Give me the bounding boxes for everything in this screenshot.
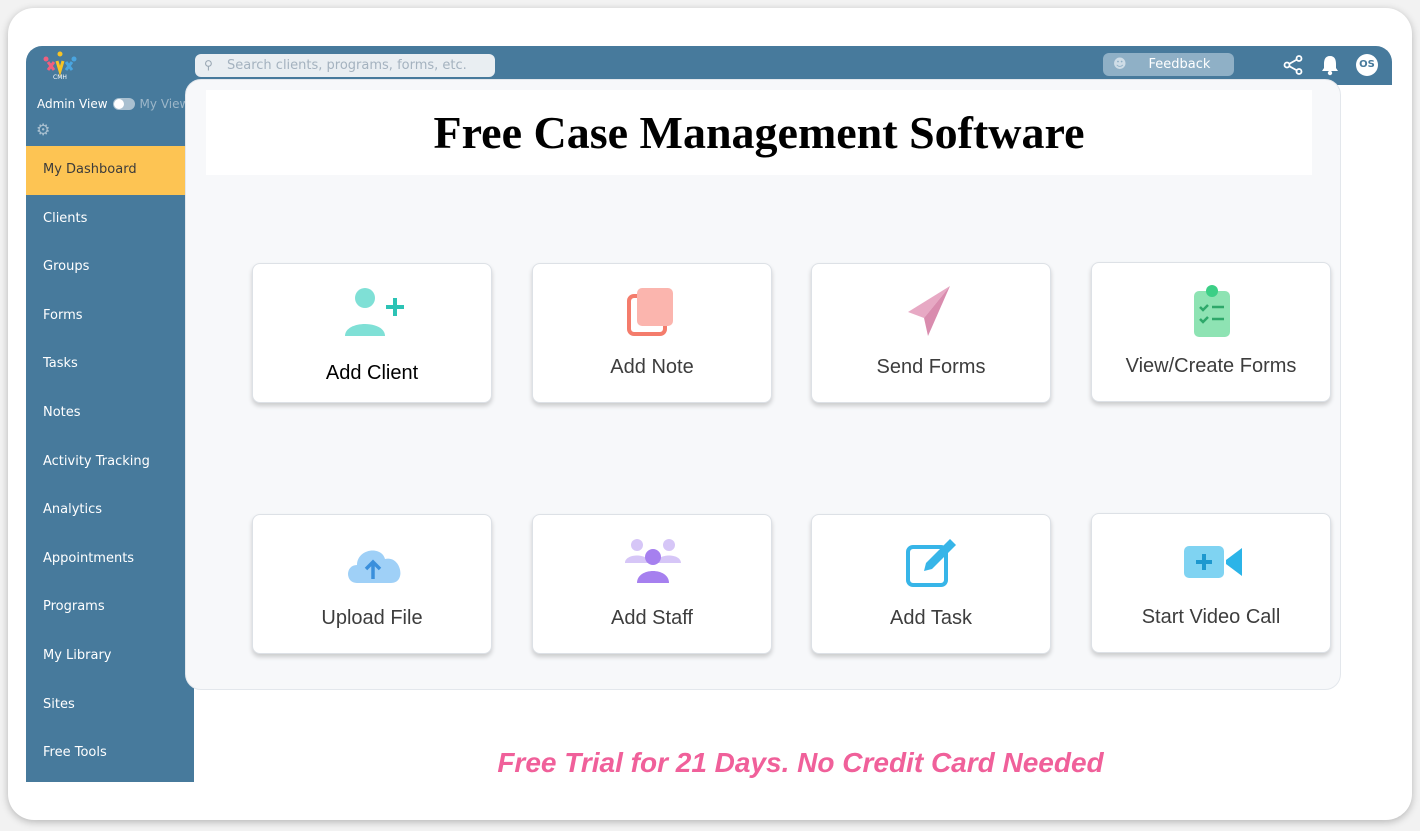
upload-file-tile[interactable]: Upload File (252, 514, 492, 654)
edit-icon (906, 539, 956, 587)
my-view-label: My View (139, 97, 190, 111)
sidebar-item-notes[interactable]: Notes (26, 389, 194, 438)
sidebar-item-tasks[interactable]: Tasks (26, 340, 194, 389)
sidebar-nav: My Dashboard Clients Groups Forms Tasks … (26, 146, 194, 778)
start-video-call-tile[interactable]: Start Video Call (1091, 513, 1331, 653)
gear-icon[interactable]: ⚙ (36, 120, 50, 139)
add-client-tile[interactable]: Add Client (252, 263, 492, 403)
feedback-label: Feedback (1148, 57, 1211, 72)
tile-label: Add Client (325, 362, 419, 384)
send-forms-tile[interactable]: Send Forms (811, 263, 1051, 403)
view-toggle-row: Admin View My View (37, 97, 189, 111)
add-note-tile[interactable]: Add Note (532, 263, 772, 403)
sidebar-item-activity-tracking[interactable]: Activity Tracking (26, 438, 194, 487)
video-icon (1184, 546, 1242, 578)
view-create-forms-tile[interactable]: View/Create Forms (1091, 262, 1331, 402)
tile-label: View/Create Forms (1125, 355, 1297, 377)
paper-plane-icon (908, 286, 950, 336)
sidebar-item-sites[interactable]: Sites (26, 681, 194, 730)
clipboard-icon (1194, 285, 1230, 337)
add-staff-tile[interactable]: Add Staff (532, 514, 772, 654)
tile-label: Add Staff (611, 607, 693, 629)
free-trial-text: Free Trial for 21 Days. No Credit Card N… (497, 747, 1104, 778)
search-input[interactable]: ⚲ Search clients, programs, forms, etc. (195, 54, 495, 77)
add-user-icon (345, 288, 404, 336)
add-task-tile[interactable]: Add Task (811, 514, 1051, 654)
search-placeholder: Search clients, programs, forms, etc. (227, 58, 467, 73)
sidebar-item-analytics[interactable]: Analytics (26, 486, 194, 535)
sidebar-item-my-library[interactable]: My Library (26, 632, 194, 681)
chat-smile-icon: ☻ (1113, 57, 1127, 72)
sidebar-item-my-dashboard[interactable]: My Dashboard (26, 146, 194, 195)
tile-label: Send Forms (876, 356, 986, 378)
sidebar-item-clients[interactable]: Clients (26, 195, 194, 244)
tile-label: Add Note (610, 356, 694, 378)
page-title: Free Case Management Software (206, 90, 1312, 175)
tile-label: Upload File (321, 607, 423, 629)
sidebar-item-programs[interactable]: Programs (26, 583, 194, 632)
free-trial-banner: Free Trial for 21 Days. No Credit Card N… (329, 711, 1272, 817)
share-icon[interactable] (1283, 55, 1303, 75)
sidebar: Admin View My View ⚙ My Dashboard Client… (26, 85, 194, 782)
avatar[interactable]: OS (1356, 54, 1378, 76)
bell-icon[interactable] (1320, 54, 1340, 76)
search-icon: ⚲ (204, 58, 213, 72)
logo: CMH (43, 51, 77, 81)
sidebar-item-forms[interactable]: Forms (26, 292, 194, 341)
sidebar-item-free-tools[interactable]: Free Tools (26, 729, 194, 778)
note-icon (627, 288, 673, 336)
admin-view-label: Admin View (37, 97, 108, 111)
feedback-button[interactable]: ☻ Feedback (1103, 53, 1234, 76)
staff-icon (625, 539, 681, 583)
view-toggle[interactable] (112, 98, 135, 110)
sidebar-item-appointments[interactable]: Appointments (26, 535, 194, 584)
svg-text:CMH: CMH (53, 74, 67, 81)
sidebar-item-groups[interactable]: Groups (26, 243, 194, 292)
tile-label: Start Video Call (1141, 606, 1281, 628)
tile-label: Add Task (890, 607, 972, 629)
cloud-upload-icon (348, 550, 401, 583)
